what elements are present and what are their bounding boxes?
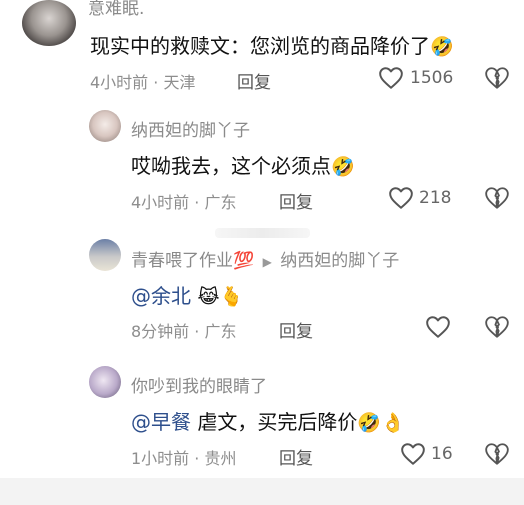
comment-meta: 4小时前 · 天津 — [90, 69, 195, 93]
comment-time: 4小时前 — [90, 73, 149, 92]
mention-link[interactable]: @早餐 — [131, 410, 191, 434]
like-heart-icon[interactable] — [388, 186, 414, 210]
reply-location: 广东 — [204, 322, 237, 341]
dislike-broken-heart-icon[interactable] — [484, 66, 510, 90]
reply-text: 哎呦我去，这个必须点🤣 — [131, 150, 355, 179]
mention-link[interactable]: @余北 — [131, 284, 191, 308]
reply-time: 8分钟前 — [131, 322, 190, 341]
comment-username[interactable]: 意难眠. — [88, 0, 144, 19]
meta-separator: · — [194, 449, 200, 468]
reply-location: 广东 — [204, 193, 237, 212]
avatar[interactable] — [89, 366, 121, 398]
bottom-divider-bar — [0, 478, 524, 505]
comment-location: 天津 — [163, 73, 196, 92]
reply-username[interactable]: 你吵到我的眼睛了 — [131, 372, 267, 397]
dislike-broken-heart-icon[interactable] — [484, 442, 510, 466]
reply-body: 虐文，买完后降价 — [191, 410, 358, 434]
reply-button[interactable]: 回复 — [279, 188, 313, 213]
like-heart-icon[interactable] — [378, 66, 404, 90]
meta-separator: · — [153, 73, 159, 92]
meta-separator: · — [194, 193, 200, 212]
reply-button[interactable]: 回复 — [237, 68, 271, 93]
blurred-watermark — [215, 228, 310, 238]
like-count: 218 — [419, 188, 452, 208]
reply-meta: 4小时前 · 广东 — [131, 189, 236, 213]
reply-button[interactable]: 回复 — [279, 444, 313, 469]
avatar[interactable] — [89, 239, 121, 271]
reply-time: 4小时前 — [131, 193, 190, 212]
avatar[interactable] — [89, 110, 121, 142]
reply-arrow-icon: ▶ — [262, 255, 272, 269]
cat-laughing-emoji: 😹🫰 — [197, 286, 244, 308]
rofl-emoji: 🤣 — [331, 156, 355, 178]
like-count: 16 — [431, 444, 453, 464]
like-heart-icon[interactable] — [400, 442, 426, 466]
reply-body: 哎呦我去，这个必须点 — [131, 154, 331, 178]
rofl-emoji: 🤣 — [430, 36, 454, 58]
comment-body: 现实中的救赎文：您浏览的商品降价了 — [90, 34, 430, 58]
dislike-broken-heart-icon[interactable] — [484, 186, 510, 210]
like-heart-icon[interactable] — [425, 315, 451, 339]
comment-text: 现实中的救赎文：您浏览的商品降价了🤣 — [90, 30, 454, 59]
avatar[interactable] — [22, 0, 76, 46]
reply-username[interactable]: 青春喂了作业💯 — [131, 251, 254, 271]
rofl-ok-emoji: 🤣👌 — [357, 412, 405, 434]
reply-button[interactable]: 回复 — [279, 317, 313, 342]
dislike-broken-heart-icon[interactable] — [484, 315, 510, 339]
reply-to-username[interactable]: 纳西妲的脚丫子 — [280, 251, 399, 271]
meta-separator: · — [194, 322, 200, 341]
reply-text: @余北 😹🫰 — [131, 280, 243, 309]
reply-text: @早餐 虐文，买完后降价🤣👌 — [131, 406, 405, 435]
reply-meta: 1小时前 · 贵州 — [131, 445, 236, 469]
reply-time: 1小时前 — [131, 449, 190, 468]
reply-meta: 8分钟前 · 广东 — [131, 318, 236, 342]
like-count: 1506 — [410, 68, 454, 88]
reply-header: 青春喂了作业💯 ▶ 纳西妲的脚丫子 — [131, 246, 399, 271]
reply-location: 贵州 — [204, 449, 237, 468]
reply-username[interactable]: 纳西妲的脚丫子 — [131, 116, 250, 141]
